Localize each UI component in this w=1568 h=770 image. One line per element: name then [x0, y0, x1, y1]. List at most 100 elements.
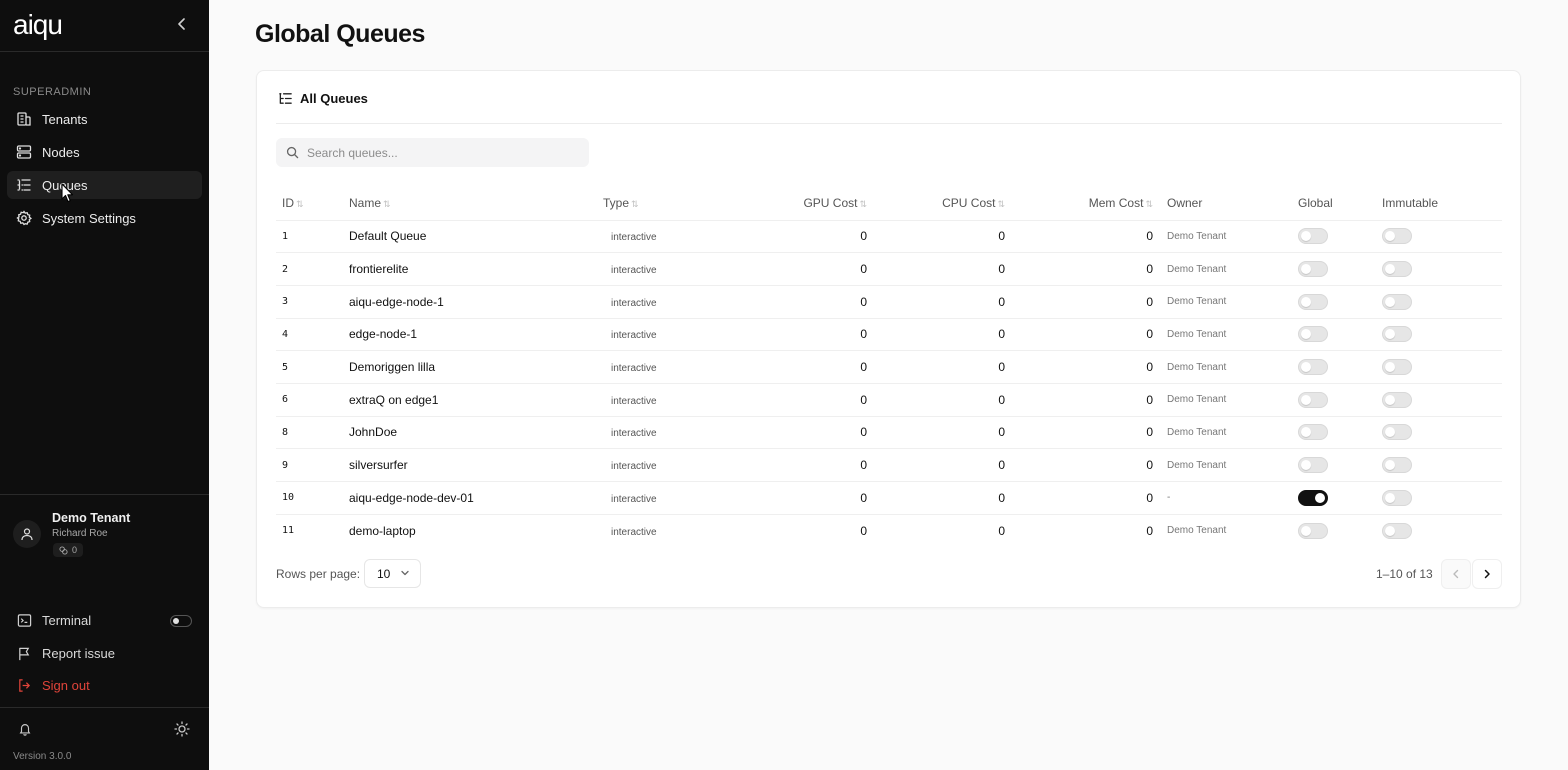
type-label: interactive [611, 265, 657, 277]
cell-global [1292, 513, 1376, 547]
terminal-toggle[interactable] [170, 615, 192, 627]
cell-id: 2 [276, 252, 343, 286]
immutable-toggle[interactable] [1382, 293, 1412, 310]
header-label: Mem Cost [1088, 196, 1144, 211]
cell-id: 11 [276, 513, 343, 547]
column-header-cpu-cost[interactable]: CPU Cost ⇅ [875, 187, 1013, 220]
sidebar-item-system-settings[interactable]: System Settings [7, 204, 202, 232]
global-toggle[interactable] [1298, 359, 1328, 376]
global-toggle[interactable] [1298, 326, 1328, 343]
immutable-toggle[interactable] [1382, 359, 1412, 376]
flag-icon [16, 645, 32, 661]
cell-id: 5 [276, 350, 343, 384]
table-row[interactable]: 9 silversurfer interactive 0 0 0 Demo Tenant [276, 448, 1502, 482]
previous-page-button[interactable] [1441, 559, 1471, 589]
sort-icon: ⇅ [383, 199, 391, 210]
sign-out-button[interactable]: Sign out [7, 672, 202, 698]
bell-icon [19, 724, 31, 736]
list-icon [16, 177, 32, 193]
cell-name: frontierelite [343, 252, 597, 286]
table-row[interactable]: 11 demo-laptop interactive 0 0 0 Demo Tenant [276, 513, 1502, 547]
card-divider [276, 123, 1502, 124]
search-input[interactable] [307, 145, 577, 160]
logo: aiqu [13, 9, 63, 40]
search-box [276, 138, 589, 167]
global-toggle[interactable] [1298, 391, 1328, 408]
sidebar-item-label: System Settings [42, 210, 136, 226]
immutable-toggle[interactable] [1382, 522, 1412, 539]
sidebar-item-tenants[interactable]: Tenants [7, 105, 202, 133]
cell-name: demo-laptop [343, 513, 597, 547]
header-label: Name [349, 196, 382, 211]
cell-mem-cost: 0 [1013, 350, 1161, 384]
sidebar-item-queues[interactable]: Queues [7, 171, 202, 199]
next-page-button[interactable] [1472, 559, 1502, 589]
global-toggle[interactable] [1298, 424, 1328, 441]
cell-owner: Demo Tenant [1161, 252, 1292, 286]
header-label: Type [603, 196, 630, 211]
type-label: interactive [611, 232, 657, 244]
global-toggle[interactable] [1298, 489, 1328, 506]
search-icon [286, 146, 299, 159]
rows-per-page-select[interactable]: 10 [364, 559, 421, 588]
cell-global [1292, 448, 1376, 482]
cell-owner: Demo Tenant [1161, 415, 1292, 449]
cell-gpu-cost: 0 [707, 284, 875, 319]
cell-mem-cost: 0 [1013, 481, 1161, 515]
cell-global [1292, 415, 1376, 449]
column-header-type[interactable]: Type ⇅ [597, 187, 707, 220]
user-icon [21, 528, 33, 541]
immutable-toggle[interactable] [1382, 326, 1412, 343]
cell-owner: - [1161, 481, 1292, 515]
cell-id: 9 [276, 448, 343, 482]
immutable-toggle[interactable] [1382, 489, 1412, 506]
user-profile[interactable]: Demo Tenant Richard Roe 0 [13, 509, 203, 561]
global-toggle[interactable] [1298, 261, 1328, 278]
immutable-toggle[interactable] [1382, 261, 1412, 278]
column-header-gpu-cost[interactable]: GPU Cost ⇅ [707, 187, 875, 220]
global-toggle[interactable] [1298, 457, 1328, 474]
table-row[interactable]: 6 extraQ on edge1 interactive 0 0 0 Demo Tenan… [276, 382, 1502, 417]
immutable-toggle[interactable] [1382, 424, 1412, 441]
cell-global [1292, 481, 1376, 515]
table-row[interactable]: 5 Demoriggen lilla interactive 0 0 0 Demo Tena… [276, 350, 1502, 384]
cell-owner: Demo Tenant [1161, 350, 1292, 384]
global-toggle[interactable] [1298, 228, 1328, 245]
cell-cpu-cost: 0 [875, 219, 1013, 253]
pagination-info: 1–10 of 13 [1376, 567, 1433, 581]
table-row[interactable]: 1 Default Queue interactive 0 0 0 Demo Tenant [276, 219, 1502, 253]
column-header-name[interactable]: Name ⇅ [343, 187, 597, 220]
cell-owner: Demo Tenant [1161, 219, 1292, 253]
table-row[interactable]: 3 aiqu-edge-node-1 interactive 0 0 0 Demo Tena… [276, 284, 1502, 319]
type-label: interactive [611, 428, 657, 440]
cell-mem-cost: 0 [1013, 415, 1161, 449]
report-issue-link[interactable]: Report issue [7, 640, 202, 666]
cell-type: interactive [597, 252, 707, 286]
table-row[interactable]: 8 JohnDoe interactive 0 0 0 Demo Tenant [276, 415, 1502, 449]
cell-global [1292, 284, 1376, 319]
immutable-toggle[interactable] [1382, 457, 1412, 474]
version-label: Version 3.0.0 [13, 751, 72, 762]
collapse-sidebar-button[interactable] [174, 16, 190, 32]
global-toggle[interactable] [1298, 522, 1328, 539]
cell-type: interactive [597, 382, 707, 417]
rows-per-page-label: Rows per page: [276, 567, 361, 581]
cell-cpu-cost: 0 [875, 317, 1013, 351]
immutable-toggle[interactable] [1382, 391, 1412, 408]
immutable-toggle[interactable] [1382, 228, 1412, 245]
table-row[interactable]: 10 aiqu-edge-node-dev-01 interactive 0 0 0- [276, 481, 1502, 515]
list-icon [277, 90, 293, 106]
notifications-button[interactable] [16, 720, 34, 738]
terminal-icon [16, 612, 32, 628]
table-row[interactable]: 2 frontierelite interactive 0 0 0 Demo Tenant [276, 252, 1502, 286]
cell-global [1292, 219, 1376, 253]
sort-icon: ⇅ [631, 199, 639, 210]
column-header-id[interactable]: ID ⇅ [276, 187, 343, 220]
column-header-mem-cost[interactable]: Mem Cost ⇅ [1013, 187, 1161, 220]
global-toggle[interactable] [1298, 293, 1328, 310]
type-label: interactive [611, 461, 657, 473]
table-row[interactable]: 4 edge-node-1 interactive 0 0 0 Demo Tenant [276, 317, 1502, 351]
theme-toggle-button[interactable] [173, 720, 191, 738]
cell-cpu-cost: 0 [875, 448, 1013, 482]
sidebar-item-nodes[interactable]: Nodes [7, 138, 202, 166]
